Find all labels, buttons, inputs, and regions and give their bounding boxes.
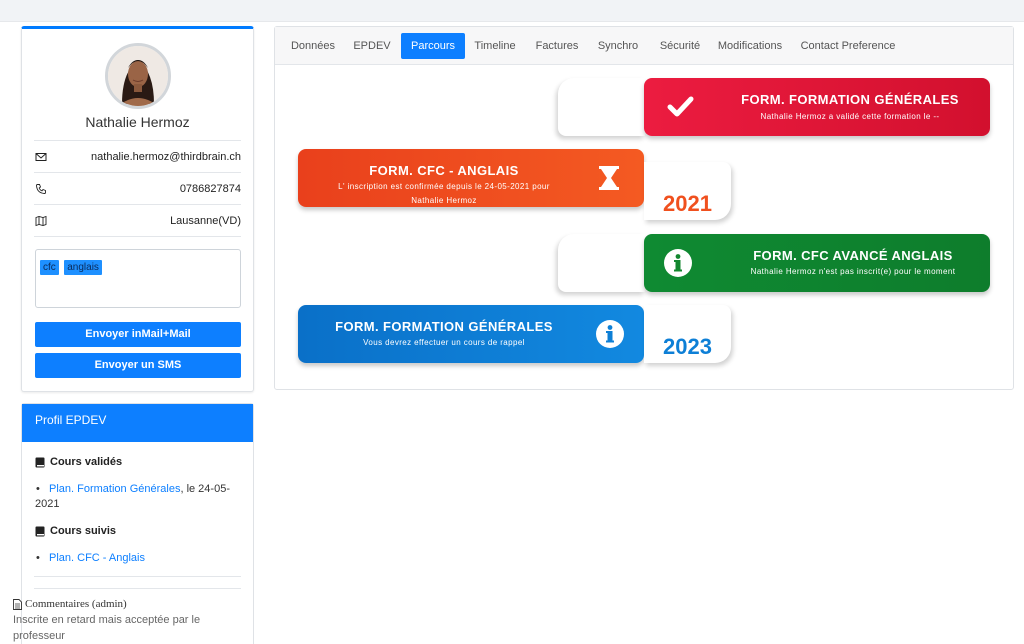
- validated-courses-title: Cours validés: [50, 456, 123, 468]
- phone-row: 0786827874: [34, 172, 241, 204]
- timeline-desc-line: L' inscription est confirmée depuis le 2…: [338, 182, 550, 191]
- timeline-stub: [558, 78, 645, 136]
- divider: [34, 588, 241, 589]
- comment-heading: Commentaires (admin): [13, 598, 127, 610]
- hourglass-icon: [594, 163, 624, 193]
- tags-input[interactable]: cfc anglais: [35, 249, 241, 308]
- validated-course-year: 2021: [35, 498, 60, 510]
- timeline-desc: L' inscription est confirmée depuis le 2…: [314, 180, 574, 208]
- validated-course-link[interactable]: Plan. Formation Générales: [49, 483, 180, 495]
- validated-courses-heading: Cours validés: [35, 456, 122, 468]
- envelope-icon: [34, 150, 48, 164]
- timeline-title: FORM. CFC AVANCÉ ANGLAIS: [753, 248, 953, 263]
- phone-value[interactable]: 0786827874: [180, 183, 241, 195]
- book-icon: [35, 526, 45, 536]
- tab-donnees[interactable]: Données: [285, 33, 341, 59]
- timeline-year: 2021: [644, 162, 731, 220]
- top-bar: [0, 0, 1024, 22]
- divider: [34, 236, 241, 237]
- year-label: 2021: [663, 191, 712, 216]
- send-inmail-button[interactable]: Envoyer inMail+Mail: [35, 322, 241, 347]
- tabs-bar: Données EPDEV Parcours Timeline Factures…: [275, 27, 1013, 65]
- comment-line: professeur: [13, 630, 65, 642]
- email-value[interactable]: nathalie.hermoz@thirdbrain.ch: [91, 151, 241, 163]
- timeline-year: 2023: [644, 305, 731, 363]
- tab-parcours[interactable]: Parcours: [401, 33, 465, 59]
- tab-factures[interactable]: Factures: [531, 33, 583, 59]
- tab-contact-preference[interactable]: Contact Preference: [799, 33, 897, 59]
- tab-timeline[interactable]: Timeline: [470, 33, 520, 59]
- timeline-card-cfc-anglais[interactable]: FORM. CFC - ANGLAIS L' inscription est c…: [298, 149, 644, 207]
- phone-icon: [34, 182, 48, 196]
- profile-name: Nathalie Hermoz: [85, 114, 190, 130]
- comment-line: Inscrite en retard mais acceptée par le: [13, 614, 201, 626]
- list-item: • Plan. Formation Générales, le 24-05- 20…: [35, 483, 230, 510]
- location-value: Lausanne(VD): [170, 214, 241, 227]
- timeline-desc: Vous devrez effectuer un cours de rappel: [363, 338, 525, 347]
- divider: [34, 576, 241, 577]
- email-row: nathalie.hermoz@thirdbrain.ch: [34, 140, 241, 172]
- location-row: Lausanne(VD): [34, 204, 241, 236]
- timeline-card-cfc-avance-anglais[interactable]: FORM. CFC AVANCÉ ANGLAIS Nathalie Hermoz…: [644, 234, 990, 292]
- year-label: 2023: [663, 334, 712, 359]
- followed-courses-title: Cours suivis: [50, 525, 117, 537]
- timeline-desc: Nathalie Hermoz n'est pas inscrit(e) pou…: [750, 267, 956, 276]
- timeline-desc: Nathalie Hermoz a validé cette formation…: [760, 112, 940, 121]
- timeline-card-formation-generales-rappel[interactable]: FORM. FORMATION GÉNÉRALES Vous devrez ef…: [298, 305, 644, 363]
- send-sms-button[interactable]: Envoyer un SMS: [35, 353, 241, 378]
- comment-text: Inscrite en retard mais acceptée par le …: [13, 612, 213, 644]
- followed-courses-heading: Cours suivis: [35, 525, 116, 537]
- list-item: • Plan. CFC - Anglais: [36, 552, 145, 564]
- book-icon: [35, 457, 45, 467]
- timeline-card-formation-generales[interactable]: FORM. FORMATION GÉNÉRALES Nathalie Hermo…: [644, 78, 990, 136]
- file-text-icon: [13, 598, 22, 610]
- tag-cfc[interactable]: cfc: [40, 260, 59, 275]
- validated-course-date: , le 24-05-: [180, 483, 230, 495]
- map-icon: [34, 214, 48, 228]
- followed-course-link[interactable]: Plan. CFC - Anglais: [49, 552, 145, 564]
- timeline-desc-line: Nathalie Hermoz: [411, 196, 477, 205]
- profile-card: Nathalie Hermoz nathalie.hermoz@thirdbra…: [21, 26, 254, 392]
- tag-anglais[interactable]: anglais: [64, 260, 102, 275]
- check-icon: [665, 92, 695, 122]
- avatar: [105, 43, 171, 109]
- timeline-title: FORM. CFC - ANGLAIS: [369, 163, 519, 178]
- tab-modifications[interactable]: Modifications: [715, 33, 785, 59]
- info-circle-icon: [663, 248, 693, 278]
- info-circle-icon: [595, 319, 625, 349]
- tab-synchro[interactable]: Synchro: [593, 33, 643, 59]
- comment-title: Commentaires (admin): [25, 598, 127, 610]
- timeline-title: FORM. FORMATION GÉNÉRALES: [335, 319, 553, 334]
- epdev-header: Profil EPDEV: [22, 404, 253, 442]
- timeline-stub: [558, 234, 645, 292]
- tab-epdev[interactable]: EPDEV: [348, 33, 396, 59]
- tab-securite[interactable]: Sécurité: [654, 33, 706, 59]
- timeline-title: FORM. FORMATION GÉNÉRALES: [741, 92, 959, 107]
